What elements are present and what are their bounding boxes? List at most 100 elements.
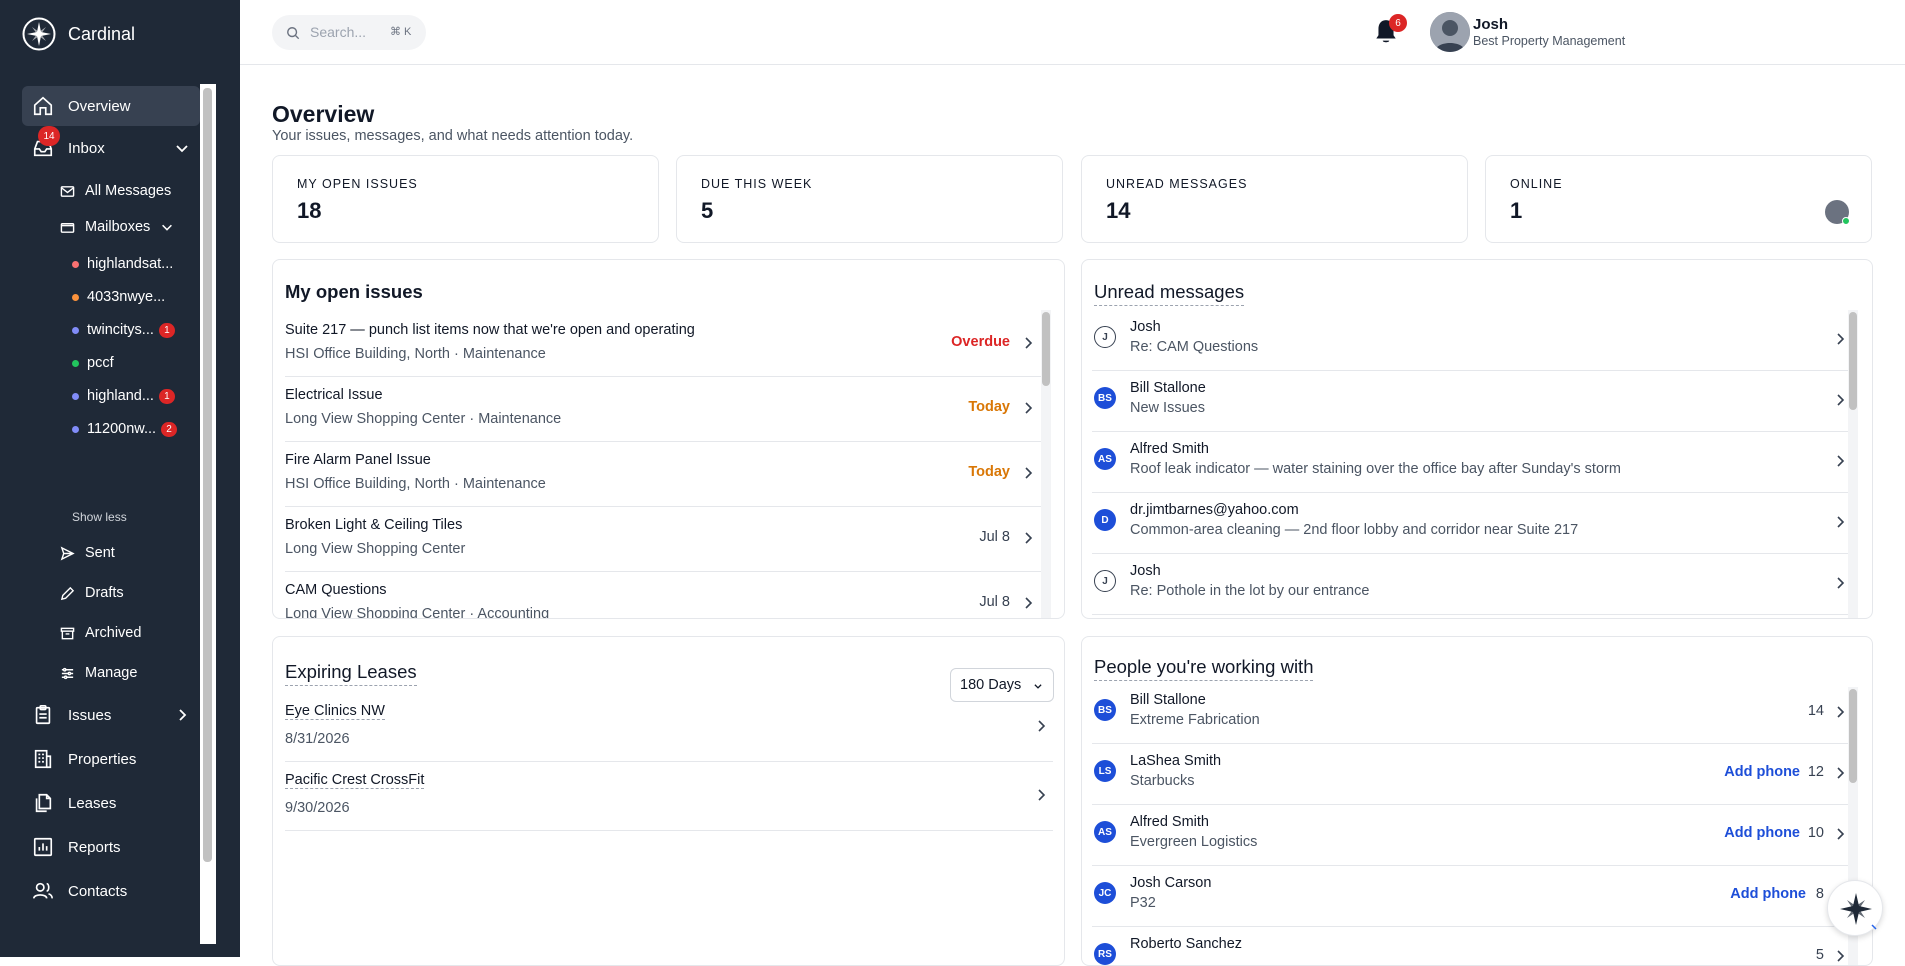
sidebar-scrollbar-thumb[interactable]	[203, 88, 212, 862]
sidebar-item-properties[interactable]: Properties	[22, 739, 200, 779]
mailbox-color-dot	[72, 326, 79, 334]
person-row[interactable]: LS LaShea Smith Starbucks Add phone 12	[1092, 744, 1852, 805]
show-less-link[interactable]: Show less	[72, 510, 127, 524]
sliders-icon	[61, 667, 74, 679]
message-sender: dr.jimtbarnes@yahoo.com	[1130, 502, 1299, 518]
sidebar-item-leases[interactable]: Leases	[22, 783, 200, 823]
person-row[interactable]: JC Josh Carson P32 Add phone 8	[1092, 866, 1852, 927]
mailbox-item[interactable]: 4033nwye...	[72, 283, 165, 311]
sidebar-item-overview[interactable]: Overview	[22, 86, 200, 126]
sidebar-item-label: Issues	[68, 706, 112, 724]
expiring-leases-panel: Expiring Leases 180 Days Eye Clinics NW 8…	[272, 636, 1065, 966]
person-name: Bill Stallone	[1130, 692, 1206, 708]
chevron-right-icon[interactable]	[174, 707, 190, 723]
person-name: LaShea Smith	[1130, 753, 1222, 769]
mailbox-item[interactable]: twincitys... 1	[72, 316, 175, 344]
issue-row[interactable]: Electrical Issue Long View Shopping Cente…	[285, 377, 1046, 442]
panel-title[interactable]: Unread messages	[1094, 281, 1245, 306]
people-scrollbar-thumb[interactable]	[1849, 689, 1857, 783]
lease-tenant[interactable]: Pacific Crest CrossFit	[285, 772, 425, 789]
mailbox-label: highland...	[87, 388, 154, 404]
sidebar-item-contacts[interactable]: Contacts	[22, 871, 200, 911]
sidebar-item-label: Mailboxes	[85, 219, 151, 235]
panel-title[interactable]: People you're working with	[1094, 656, 1314, 681]
lease-end-date: 8/31/2026	[285, 731, 350, 747]
brand[interactable]: Cardinal	[22, 17, 135, 51]
mailbox-item[interactable]: highland... 1	[72, 382, 175, 410]
sidebar-item-mailboxes[interactable]: Mailboxes	[60, 212, 174, 242]
sidebar-item-archived[interactable]: Archived	[60, 618, 141, 648]
stat-label: MY OPEN ISSUES	[297, 177, 418, 191]
messages-scrollbar[interactable]	[1848, 310, 1858, 618]
message-subject: New Issues	[1130, 400, 1205, 416]
person-row[interactable]: BS Bill Stallone Extreme Fabrication 14	[1092, 683, 1852, 744]
sidebar-item-drafts[interactable]: Drafts	[60, 578, 124, 608]
chevron-down-icon[interactable]	[174, 140, 190, 156]
message-row[interactable]: Ddr.jimtbarnes@yahoo.com Common-area clea…	[1092, 493, 1852, 554]
issue-row[interactable]: Broken Light & Ceiling Tiles Long View Sh…	[285, 507, 1046, 572]
panel-title[interactable]: Expiring Leases	[285, 661, 417, 686]
stat-label: ONLINE	[1510, 177, 1563, 191]
mailbox-item[interactable]: pccf	[72, 349, 114, 377]
issues-scrollbar[interactable]	[1041, 310, 1051, 618]
lease-row[interactable]: Pacific Crest CrossFit 9/30/2026	[285, 762, 1053, 831]
sidebar-item-label: Properties	[68, 750, 137, 768]
mailbox-item[interactable]: highlandsat...	[72, 250, 173, 278]
mailbox-label: highlandsat...	[87, 256, 174, 272]
pencil-icon	[60, 586, 75, 600]
stat-card-open-issues[interactable]: MY OPEN ISSUES 18	[272, 155, 659, 243]
chevron-right-icon	[1025, 402, 1033, 414]
issue-row[interactable]: Suite 217 — punch list items now that we…	[285, 312, 1046, 377]
stat-value: 14	[1106, 198, 1131, 223]
issue-subtitle: HSI Office Building, North · Maintenance	[285, 346, 546, 362]
sidebar-item-label: Leases	[68, 794, 117, 812]
search-input[interactable]: Search... ⌘ K	[272, 15, 426, 50]
person-row[interactable]: AS Alfred Smith Evergreen Logistics Add pho…	[1092, 805, 1852, 866]
issues-scrollbar-thumb[interactable]	[1042, 312, 1050, 386]
sidebar-item-manage[interactable]: Manage	[60, 658, 137, 688]
issue-title: Fire Alarm Panel Issue	[285, 452, 431, 468]
add-phone-button[interactable]: Add phone	[1730, 886, 1806, 902]
user-name[interactable]: Josh	[1473, 16, 1508, 33]
online-status-dot	[1842, 217, 1850, 225]
issue-title: CAM Questions	[285, 582, 387, 598]
message-row[interactable]: J Josh Re: CAM Questions	[1092, 310, 1852, 371]
person-name: Alfred Smith	[1130, 814, 1209, 830]
page-subtitle: Your issues, messages, and what needs at…	[272, 128, 634, 144]
message-row[interactable]: J Josh Re: Pothole in the lot by our entra…	[1092, 554, 1852, 615]
person-message-count: 10	[1807, 825, 1824, 841]
person-message-count: 14	[1807, 703, 1824, 719]
add-phone-button[interactable]: Add phone	[1724, 764, 1800, 780]
issue-row[interactable]: Fire Alarm Panel Issue HSI Office Buildin…	[285, 442, 1046, 507]
chevron-right-icon	[1025, 337, 1033, 349]
chevron-down-icon[interactable]	[160, 220, 174, 234]
mailbox-unread-count: 1	[158, 388, 175, 404]
stat-card-online[interactable]: ONLINE 1	[1485, 155, 1872, 243]
assistant-button[interactable]	[1827, 880, 1883, 936]
person-row[interactable]: RS Roberto Sanchez 5	[1092, 927, 1852, 965]
add-phone-button[interactable]: Add phone	[1724, 825, 1800, 841]
sidebar-item-reports[interactable]: Reports	[22, 827, 200, 867]
sidebar-item-all-messages[interactable]: All Messages	[60, 176, 171, 206]
stat-card-due-this-week[interactable]: DUE THIS WEEK 5	[676, 155, 1063, 243]
person-company: Starbucks	[1130, 773, 1195, 789]
stat-card-unread-messages[interactable]: UNREAD MESSAGES 14	[1081, 155, 1468, 243]
online-user-avatar[interactable]	[1825, 200, 1850, 225]
messages-scrollbar-thumb[interactable]	[1849, 312, 1857, 410]
lease-tenant[interactable]: Eye Clinics NW	[285, 703, 385, 720]
sidebar-item-label: Manage	[85, 665, 138, 681]
issue-subtitle: HSI Office Building, North · Maintenance	[285, 476, 546, 492]
avatar: BS	[1094, 387, 1116, 409]
sidebar-item-issues[interactable]: Issues	[22, 695, 200, 735]
person-company: P32	[1130, 895, 1156, 911]
sidebar-item-inbox[interactable]: 14 Inbox	[22, 126, 200, 168]
message-row[interactable]: AS Alfred Smith Roof leak indicator — wate…	[1092, 432, 1852, 493]
lease-row[interactable]: Eye Clinics NW 8/31/2026	[285, 693, 1053, 762]
avatar[interactable]	[1430, 12, 1470, 52]
mailbox-item[interactable]: 11200nw... 2	[72, 415, 178, 443]
issue-row[interactable]: CAM Questions Long View Shopping Center ·…	[285, 572, 1046, 618]
person-company: Extreme Fabrication	[1130, 712, 1260, 728]
sidebar-item-sent[interactable]: Sent	[60, 538, 115, 568]
chevron-right-icon	[1025, 597, 1033, 609]
message-row[interactable]: BS Bill Stallone New Issues	[1092, 371, 1852, 432]
